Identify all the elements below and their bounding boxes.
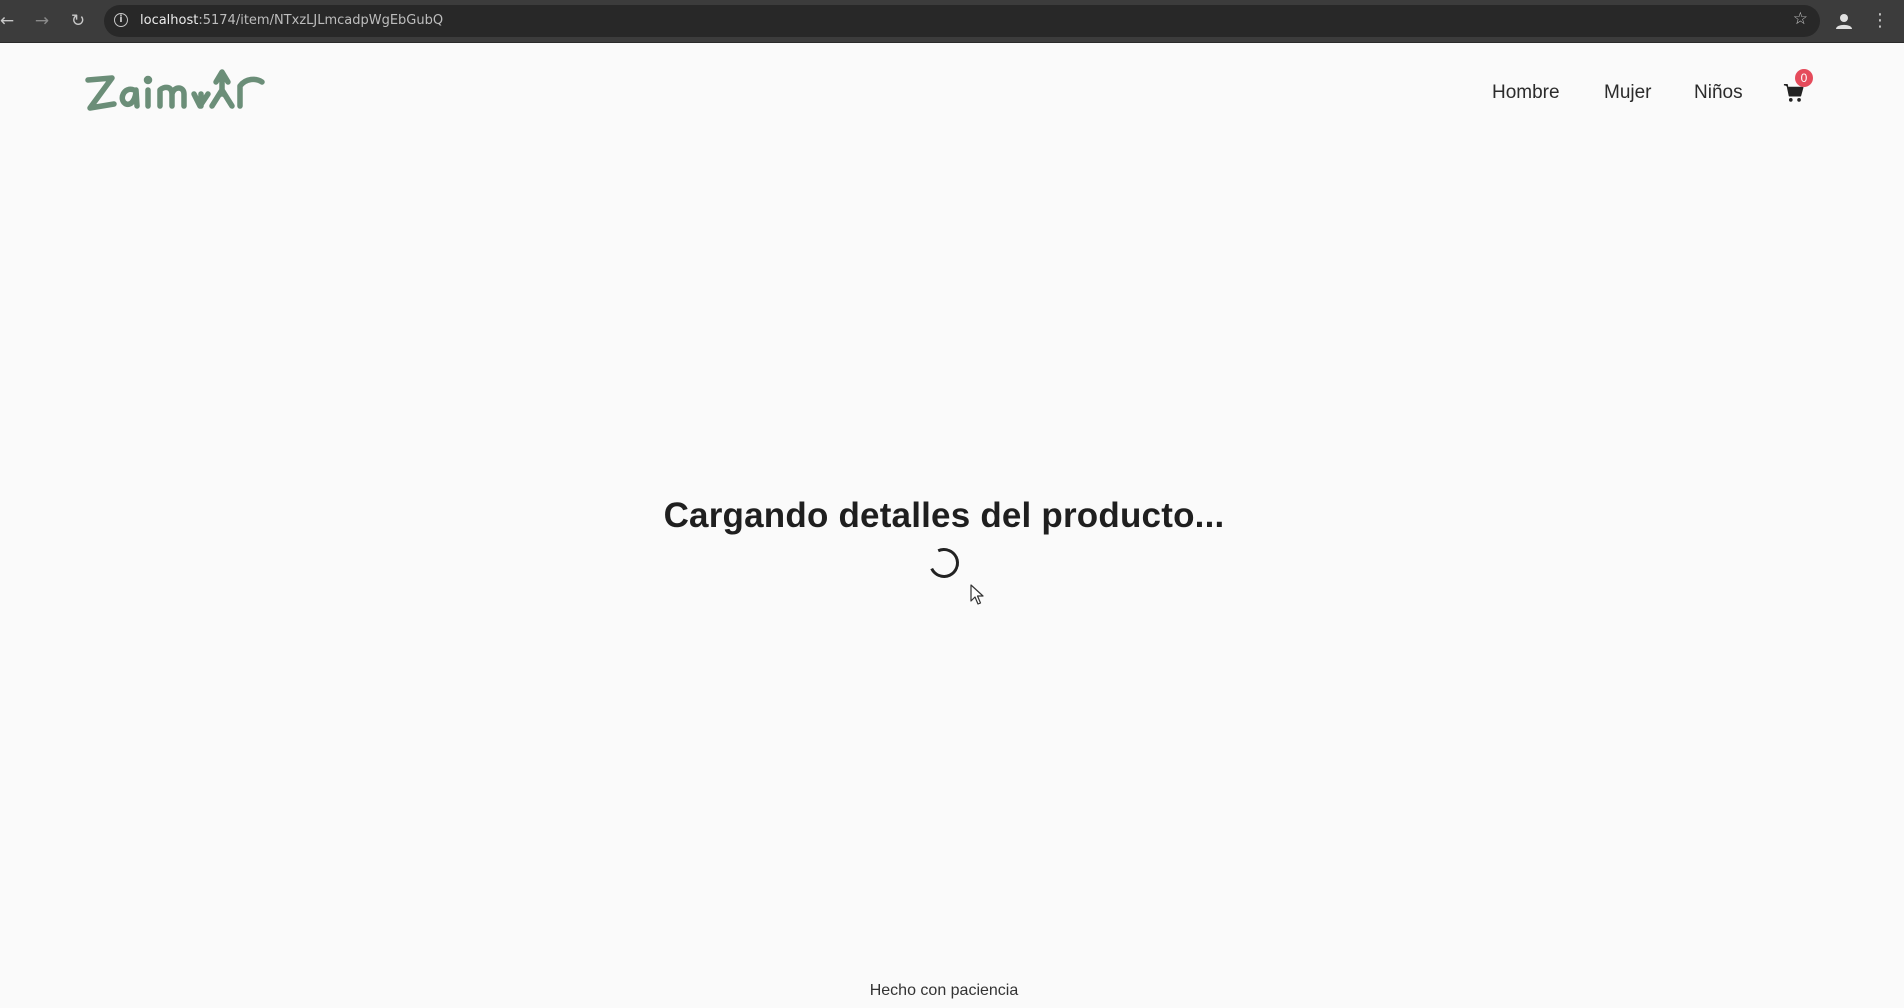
forward-icon[interactable]: → <box>27 6 57 36</box>
url-text[interactable]: localhost:5174/item/NTxzLJLmcadpWgEbGubQ <box>140 13 443 28</box>
bookmark-star-icon[interactable]: ☆ <box>1793 11 1808 28</box>
nav-mujer[interactable]: Mujer <box>1604 82 1652 104</box>
browser-toolbar: ← → ↻ i localhost:5174/item/NTxzLJLmcadp… <box>0 0 1904 43</box>
footer-text: Hecho con paciencia <box>869 982 1019 999</box>
profile-icon[interactable] <box>1832 9 1856 33</box>
menu-kebab-icon[interactable]: ⋮ <box>1870 8 1890 34</box>
reload-icon[interactable]: ↻ <box>63 6 93 36</box>
cart-count-badge: 0 <box>1795 69 1813 87</box>
logo-graphic <box>85 69 265 111</box>
loading-spinner <box>924 543 964 583</box>
back-icon[interactable]: ← <box>0 6 22 36</box>
site-header: Hombre Mujer Niños 0 <box>0 44 1904 140</box>
url-path: :5174/item/NTxzLJLmcadpWgEbGubQ <box>198 13 444 28</box>
logo[interactable] <box>84 64 284 120</box>
loading-message: Cargando detalles del producto... <box>663 496 1225 535</box>
loading-container: Cargando detalles del producto... <box>0 496 1888 536</box>
address-bar[interactable]: i localhost:5174/item/NTxzLJLmcadpWgEbGu… <box>104 5 1820 37</box>
info-icon[interactable]: i <box>114 13 128 27</box>
mouse-cursor-icon <box>970 584 984 605</box>
nav-ninos[interactable]: Niños <box>1694 82 1743 104</box>
url-host: localhost <box>140 13 199 28</box>
nav-hombre[interactable]: Hombre <box>1492 82 1560 104</box>
